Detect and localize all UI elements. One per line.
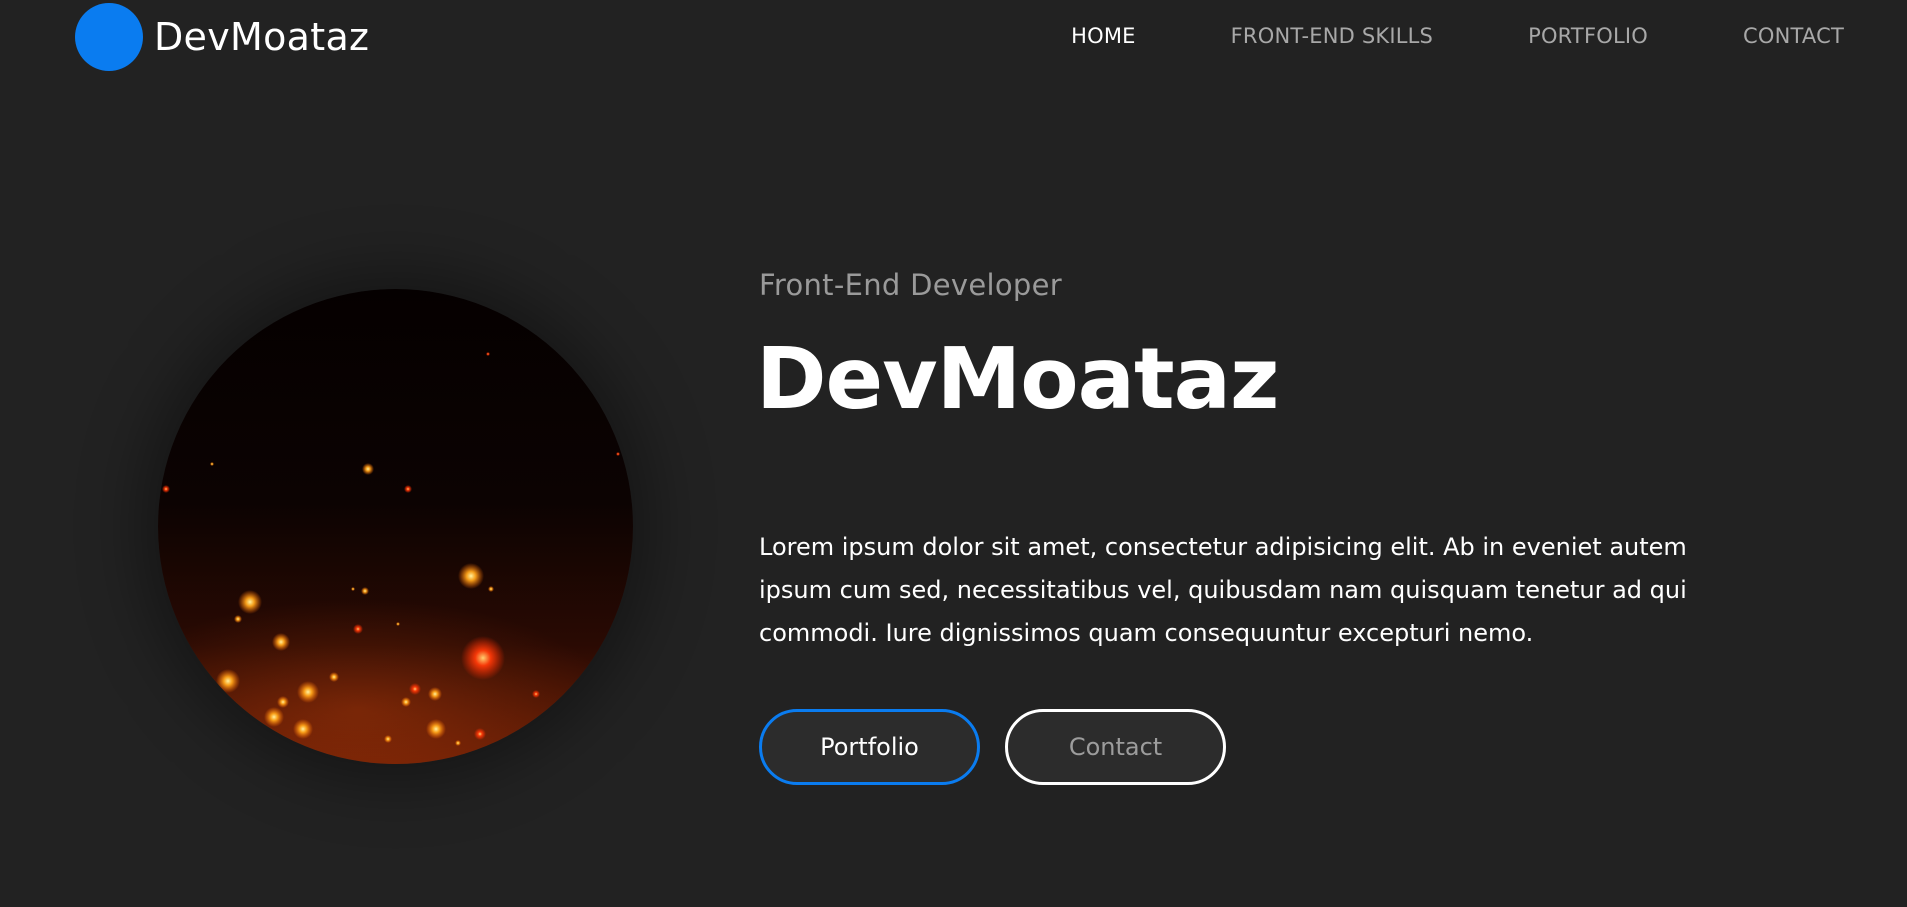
ember-sparks-image xyxy=(158,289,633,764)
hero-title: DevMoataz xyxy=(756,330,1279,429)
main-nav: HOME FRONT-END SKILLS PORTFOLIO CONTACT xyxy=(1071,24,1844,48)
nav-item-portfolio[interactable]: PORTFOLIO xyxy=(1528,24,1648,48)
brand-name: DevMoataz xyxy=(154,15,370,59)
logo-circle-icon xyxy=(75,3,143,71)
nav-item-contact[interactable]: CONTACT xyxy=(1743,24,1844,48)
brand-logo[interactable]: DevMoataz xyxy=(75,3,369,71)
hero-description: Lorem ipsum dolor sit amet, consectetur … xyxy=(759,533,1687,647)
page: DevMoataz HOME FRONT-END SKILLS PORTFOLI… xyxy=(0,0,1907,907)
nav-item-home[interactable]: HOME xyxy=(1071,24,1136,48)
portfolio-button[interactable]: Portfolio xyxy=(759,709,980,785)
contact-button[interactable]: Contact xyxy=(1005,709,1226,785)
nav-item-front-end-skills[interactable]: FRONT-END SKILLS xyxy=(1231,24,1433,48)
hero-image xyxy=(158,289,633,764)
hero-subtitle: Front-End Developer xyxy=(759,268,1062,302)
